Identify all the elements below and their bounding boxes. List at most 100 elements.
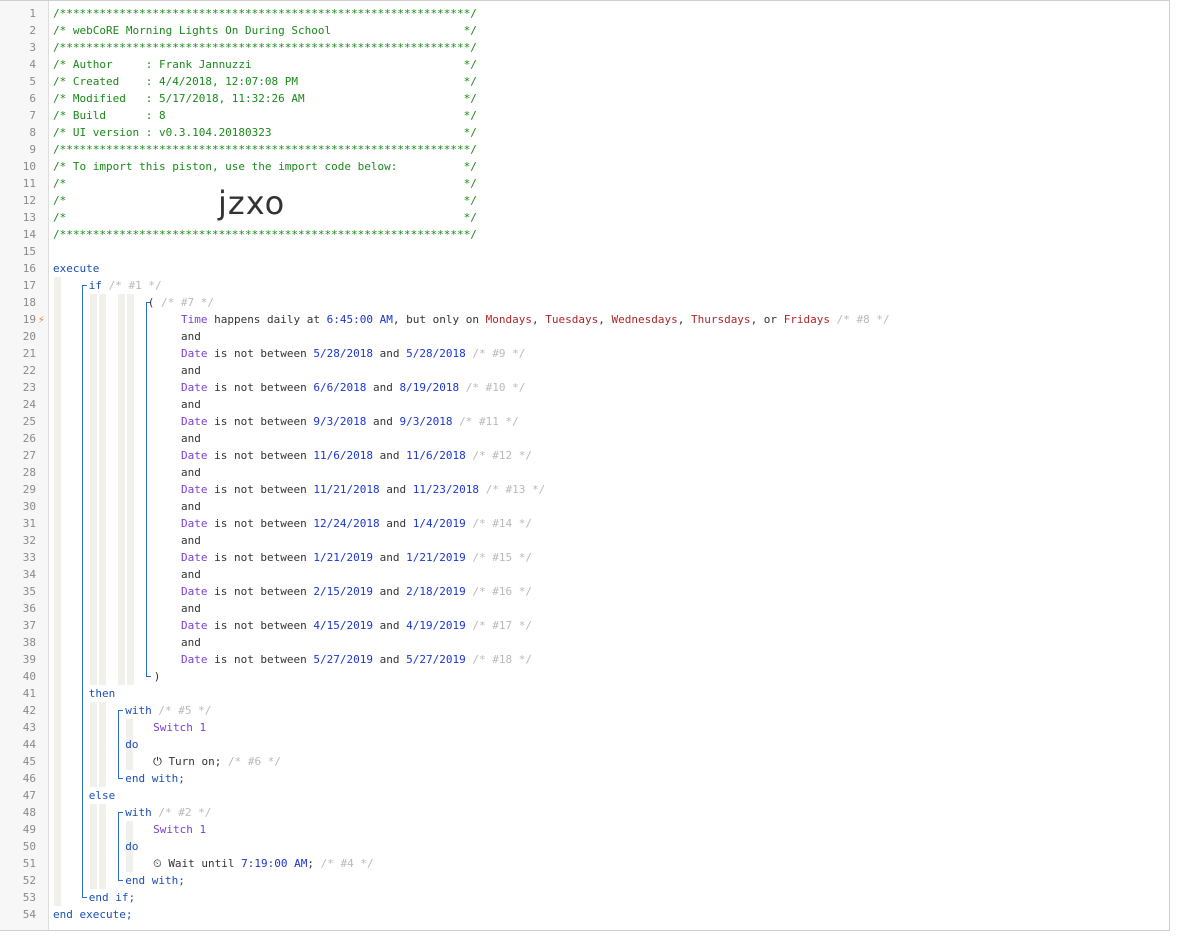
code-line: and [181,600,201,617]
condition-text: and [366,381,400,394]
code-line: ) [154,668,161,685]
time-value: 6:45:00 AM [326,313,393,326]
operator-and: and [180,398,201,411]
import-code: jzxo [218,184,286,222]
condition-text: is not between [207,653,314,666]
code-line: and [181,498,201,515]
day-value: Thursdays [690,313,751,326]
statement-comment: /* #17 */ [472,619,532,632]
keyword-else: else [88,789,116,802]
header-comment: /* Build : 8 */ [53,109,477,122]
keyword-end-if: end if; [88,891,136,904]
header-comment: /* UI version : v0.3.104.20180323 */ [53,126,477,139]
line-number: 3 [29,41,36,54]
statement-comment: /* #1 */ [108,279,162,292]
condition-text: and [373,619,407,632]
condition-text: and [373,449,407,462]
header-comment: /* Modified : 5/17/2018, 11:32:26 AM */ [53,92,477,105]
block-bracket [118,710,119,778]
condition-text: is not between [207,619,314,632]
operator-and: and [180,432,201,445]
line-number: 10 [22,160,36,173]
keyword-end-with: end with; [125,772,185,785]
statement-comment: /* #16 */ [472,585,532,598]
date-from: 6/6/2018 [313,381,367,394]
line-number: 27 [22,449,36,462]
header-comment: /* Created : 4/4/2018, 12:07:08 PM */ [53,75,477,88]
operator-and: and [180,636,201,649]
condition-subject: Date [180,415,208,428]
code-line: /***************************************… [53,226,477,243]
clock-icon: ⏲ [153,857,169,870]
indent-guide [99,702,106,787]
block-bracket [118,812,119,880]
date-to: 8/19/2018 [399,381,460,394]
code-line: with /* #5 */ [125,702,211,719]
date-from: 11/21/2018 [313,483,380,496]
line-number: 7 [29,109,36,122]
date-from: 12/24/2018 [313,517,380,530]
condition-text: is not between [207,381,314,394]
command-text: Turn on; [168,755,222,768]
statement-comment: /* #10 */ [465,381,526,394]
code-line: /***************************************… [53,5,477,22]
group-close: ) [153,670,161,683]
piston-code-editor: 1 2 3 4 5 6 7 8 9 10 11 12 13 14 15 16 17 18 19 20 21 22 23 24 2… [0,0,1170,931]
line-number: 47 [22,789,36,802]
line-number: 13 [22,211,36,224]
header-comment: /***************************************… [53,41,477,54]
code-line: end with; [125,770,185,787]
date-from: 5/28/2018 [313,347,374,360]
code-line: Date is not between 5/28/2018 and 5/28/2… [181,345,525,362]
condition-text: and [366,415,400,428]
line-number: 34 [22,568,36,581]
line-number: 53 [22,891,36,904]
line-number: 5 [29,75,36,88]
keyword-then: then [88,687,116,700]
operator-and: and [180,568,201,581]
block-bracket-tick [118,880,123,881]
condition-subject: Date [180,347,208,360]
keyword-if: if [88,279,103,292]
condition-subject: Date [180,619,208,632]
line-number: 49 [22,823,36,836]
condition-subject: Date [180,551,208,564]
condition-subject: Date [180,517,208,530]
code-line: Date is not between 4/15/2019 and 4/19/2… [181,617,532,634]
header-comment: /* To import this piston, use the import… [53,160,477,173]
statement-comment: /* #11 */ [459,415,519,428]
line-number: 29 [22,483,36,496]
code-line: Date is not between 2/15/2019 and 2/18/2… [181,583,532,600]
code-line: and [181,328,201,345]
line-number: 8 [29,126,36,139]
line-number: 23 [22,381,36,394]
indent-guide [99,294,106,685]
block-bracket-tick [82,897,87,898]
code-line: /* Build : 8 */ [53,107,477,124]
line-number: 4 [29,58,36,71]
keyword-do: do [125,738,139,751]
line-number: 37 [22,619,36,632]
lightning-bolt-icon: ⚡ [38,313,45,326]
condition-text: happens daily at [207,313,327,326]
condition-subject: Date [180,483,208,496]
code-line: Date is not between 5/27/2019 and 5/27/2… [181,651,532,668]
line-number: 46 [22,772,36,785]
date-from: 9/3/2018 [313,415,367,428]
statement-comment: /* #6 */ [228,755,282,768]
statement-comment: /* #15 */ [472,551,532,564]
header-comment: /* Author : Frank Jannuzzi */ [53,58,477,71]
line-number: 14 [22,228,36,241]
condition-subject: Date [180,653,208,666]
statement-comment: /* #9 */ [472,347,526,360]
keyword-end-with: end with; [125,874,185,887]
condition-subject: Date [180,449,208,462]
line-number: 45 [22,755,36,768]
code-line: /* Modified : 5/17/2018, 11:32:26 AM */ [53,90,477,107]
device-name: Switch 1 [153,823,207,836]
line-number: 24 [22,398,36,411]
line-number: 51 [22,857,36,870]
line-number: 40 [22,670,36,683]
statement-comment: /* #14 */ [472,517,532,530]
